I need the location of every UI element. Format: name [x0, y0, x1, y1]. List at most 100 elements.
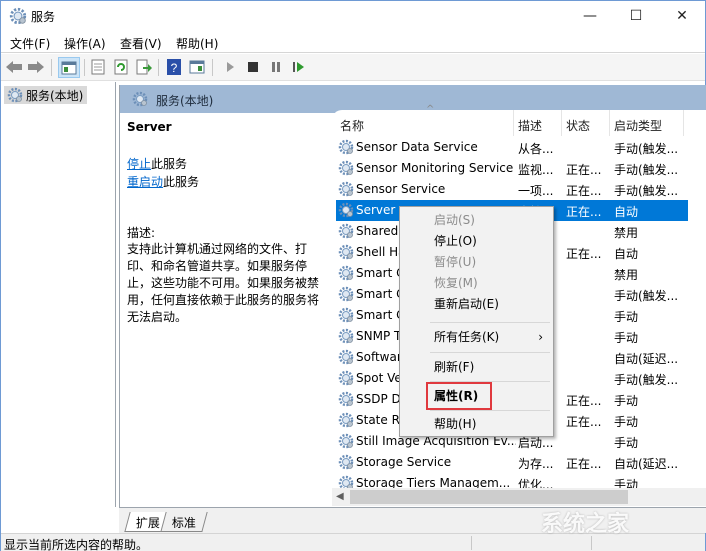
maximize-icon: ☐ [629, 8, 643, 24]
menu-item-help[interactable]: 帮助(H) [400, 414, 553, 434]
service-description: 从各... [518, 142, 554, 156]
console-tree: 服务(本地) [1, 82, 116, 507]
action-pane-button[interactable] [188, 58, 206, 76]
service-startup-type: 手动(触发... [614, 163, 679, 177]
services-gear-icon [7, 87, 23, 103]
column-header-status[interactable]: 状态 [562, 110, 610, 136]
forward-arrow-icon [28, 61, 44, 73]
service-row[interactable]: Sensor Data Service 从各... 手动(触发... [336, 137, 688, 158]
export-list-button[interactable] [135, 58, 153, 76]
stop-service-icon [248, 62, 258, 72]
help-icon: ? [167, 59, 181, 75]
menu-item-label: 恢复(M) [434, 276, 478, 290]
stop-service-link[interactable]: 停止 [127, 157, 151, 171]
menu-item-pause[interactable]: 暂停(U) [400, 252, 553, 272]
tree-item-services-local[interactable]: 服务(本地) [4, 86, 88, 104]
service-startup-type: 手动(触发... [614, 142, 679, 156]
show-hide-console-tree-button[interactable] [58, 57, 80, 78]
service-row[interactable]: Sensor Service 一项... 正在... 手动(触发... [336, 179, 688, 200]
menu-item-label: 启动(S) [434, 213, 475, 227]
service-startup-type: 手动 [614, 436, 639, 450]
service-startup-type: 自动(延迟... [614, 352, 679, 366]
tab-standard-label: 标准 [171, 516, 196, 530]
pause-service-icon [272, 62, 280, 72]
column-name-label: 名称 [340, 119, 365, 133]
service-status: 正在... [566, 205, 602, 219]
service-gear-icon [338, 454, 354, 470]
close-icon: ✕ [676, 8, 688, 24]
menu-action[interactable]: 操作(A) [64, 35, 106, 52]
main-header: 服务(本地) [120, 85, 706, 113]
column-header-startup-type[interactable]: 启动类型 [610, 110, 684, 136]
scroll-left-icon[interactable]: ◀ [336, 491, 344, 502]
stop-service-button[interactable] [244, 58, 262, 76]
restart-service-link[interactable]: 重启动 [127, 175, 163, 189]
menu-item-stop[interactable]: 停止(O) [400, 231, 553, 251]
description-label: 描述: [127, 226, 156, 240]
services-window: 服务 — ☐ ✕ 文件(F) 操作(A) 查看(V) 帮助(H) ? 服务(本地… [0, 0, 706, 551]
menu-item-refresh[interactable]: 刷新(F) [400, 357, 553, 377]
service-gear-icon [338, 433, 354, 449]
back-button[interactable] [5, 58, 23, 76]
menu-file[interactable]: 文件(F) [10, 35, 50, 52]
start-service-button[interactable] [221, 58, 239, 76]
service-startup-type: 手动(触发... [614, 289, 679, 303]
service-status: 正在... [566, 415, 602, 429]
menu-item-label: 停止(O) [434, 234, 477, 248]
service-name: Storage Service [356, 455, 452, 469]
menu-item-all-tasks[interactable]: 所有任务(K) › [400, 327, 553, 347]
description-text: 支持此计算机通过网络的文件、打印、和命名管道共享。如果服务停止，这些功能不可用。… [127, 242, 320, 324]
service-startup-type: 手动 [614, 394, 639, 408]
service-row[interactable]: Sensor Monitoring Service 监视... 正在... 手动(触发… [336, 158, 688, 179]
service-status: 正在... [566, 394, 602, 408]
column-header-description[interactable]: 描述 [514, 110, 562, 136]
menu-item-label: 帮助(H) [434, 417, 477, 431]
menu-item-restart[interactable]: 重新启动(E) [400, 294, 553, 314]
menu-item-resume[interactable]: 恢复(M) [400, 273, 553, 293]
tab-standard[interactable]: 标准 [160, 512, 208, 532]
column-description-label: 描述 [518, 119, 543, 133]
service-name: Sensor Monitoring Service [356, 161, 514, 175]
submenu-chevron-icon: › [538, 330, 543, 344]
menu-item-label: 所有任务(K) [434, 330, 500, 344]
export-list-icon [136, 59, 152, 75]
menu-separator [430, 352, 550, 353]
service-gear-icon [338, 244, 354, 260]
help-button[interactable]: ? [165, 58, 183, 76]
properties-button[interactable] [89, 58, 107, 76]
service-status: 正在... [566, 163, 602, 177]
properties-sheet-icon [91, 59, 105, 75]
pause-service-button[interactable] [267, 58, 285, 76]
restart-service-button[interactable] [290, 58, 308, 76]
menu-item-label: 刷新(F) [434, 360, 475, 374]
horizontal-scrollbar[interactable]: ◀ ▶ [332, 488, 706, 506]
column-startup-label: 启动类型 [614, 119, 663, 133]
status-separator [591, 536, 592, 550]
action-pane-icon [189, 60, 205, 74]
menu-item-start[interactable]: 启动(S) [400, 210, 553, 230]
column-header-name[interactable]: ^ 名称 [338, 104, 514, 136]
forward-button[interactable] [27, 58, 45, 76]
menu-help[interactable]: 帮助(H) [176, 35, 218, 52]
tree-item-label: 服务(本地) [26, 89, 84, 103]
maximize-button[interactable]: ☐ [613, 1, 659, 31]
stop-link-suffix: 此服务 [151, 157, 188, 171]
services-gear-icon [9, 7, 27, 25]
service-gear-icon [338, 307, 354, 323]
refresh-button[interactable] [112, 58, 130, 76]
service-row[interactable]: Storage Service 为存... 正在... 自动(延迟... [336, 452, 688, 473]
service-gear-icon [338, 223, 354, 239]
service-gear-icon [338, 328, 354, 344]
service-gear-icon [338, 139, 354, 155]
service-status: 正在... [566, 457, 602, 471]
toolbar-separator [212, 59, 213, 76]
window-title: 服务 [31, 10, 56, 24]
menu-bar: 文件(F) 操作(A) 查看(V) 帮助(H) [1, 31, 705, 53]
service-startup-type: 自动 [614, 247, 639, 261]
horizontal-scroll-thumb[interactable] [350, 490, 628, 504]
service-description: 为存... [518, 457, 554, 471]
minimize-button[interactable]: — [567, 1, 613, 31]
menu-view[interactable]: 查看(V) [120, 35, 162, 52]
close-button[interactable]: ✕ [659, 1, 705, 31]
toolbar: ? [1, 54, 705, 81]
